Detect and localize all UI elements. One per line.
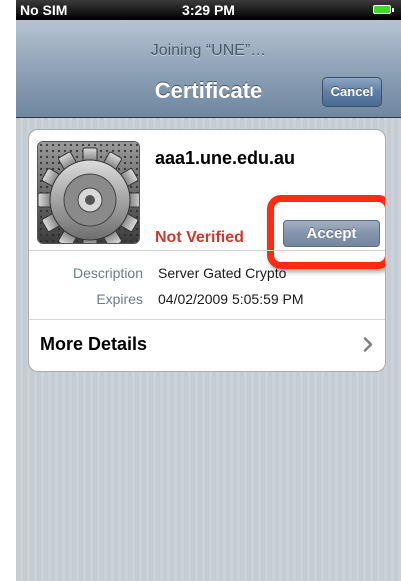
cancel-button[interactable]: Cancel xyxy=(322,77,382,107)
joining-prompt: Joining “UNE”… xyxy=(150,42,267,59)
more-details-row[interactable]: More Details xyxy=(29,320,385,371)
status-bar: No SIM 3:29 PM xyxy=(16,0,401,20)
description-label: Description xyxy=(72,265,143,281)
more-details-label: More Details xyxy=(40,334,148,354)
battery-icon xyxy=(373,5,394,14)
phone-screen: No SIM 3:29 PM Joining “UNE”… Certificat… xyxy=(16,0,401,581)
highlight-annotation xyxy=(267,195,385,269)
certificate-host: aaa1.une.edu.au xyxy=(155,148,296,168)
navigation-bar: Joining “UNE”… Certificate Cancel xyxy=(16,20,401,118)
certificate-card: aaa1.une.edu.au Not Verified Accept Desc… xyxy=(28,129,386,372)
verification-status: Not Verified xyxy=(155,229,244,246)
description-value: Server Gated Crypto xyxy=(158,265,287,281)
clock: 3:29 PM xyxy=(182,2,235,18)
gear-icon xyxy=(37,141,140,244)
expires-label: Expires xyxy=(96,291,143,307)
expires-value: 04/02/2009 5:05:59 PM xyxy=(158,291,304,307)
divider xyxy=(29,250,385,251)
chevron-right-icon xyxy=(363,337,373,357)
